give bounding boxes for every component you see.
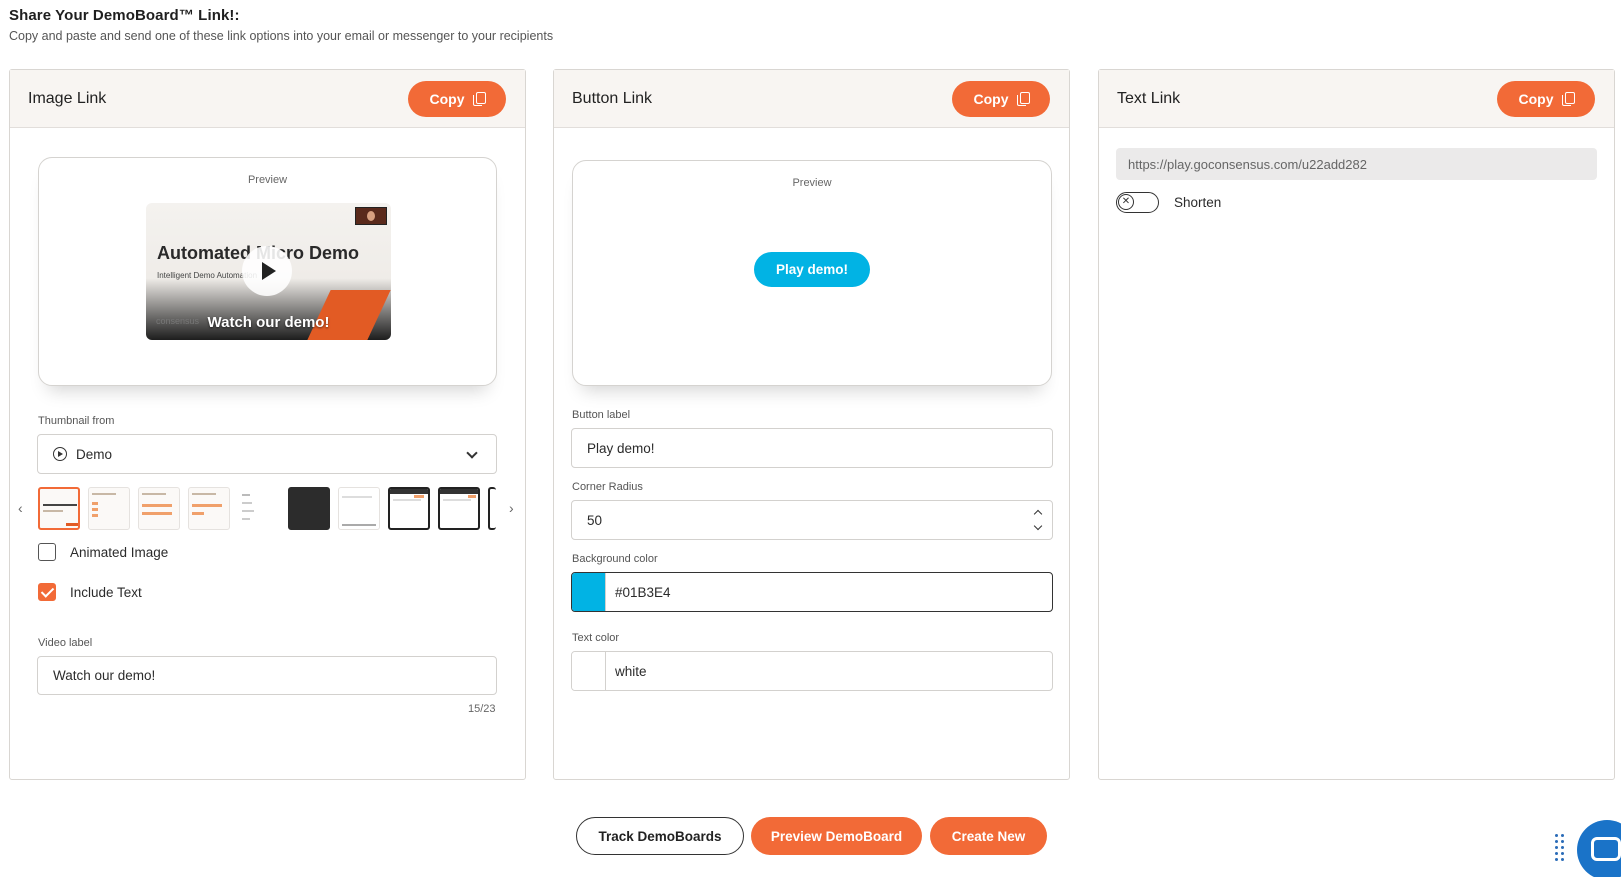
- text-link-title: Text Link: [1117, 89, 1181, 107]
- animated-image-row[interactable]: Animated Image: [38, 543, 168, 561]
- image-link-title: Image Link: [28, 89, 107, 107]
- thumbnail-from-value: Demo: [76, 446, 113, 462]
- number-stepper[interactable]: [1033, 507, 1044, 533]
- char-counter: 15/23: [468, 703, 496, 715]
- thumbnail-option[interactable]: [438, 487, 480, 530]
- text-link-url-field[interactable]: https://play.goconsensus.com/u22add282: [1116, 148, 1597, 180]
- chevron-right-icon[interactable]: ›: [509, 500, 514, 516]
- chevron-down-icon: [466, 447, 478, 459]
- button-preview-box: Preview Play demo!: [572, 160, 1052, 386]
- shorten-row[interactable]: ✕ Shorten: [1116, 192, 1221, 213]
- animated-image-label: Animated Image: [70, 544, 169, 560]
- preview-label: Preview: [792, 177, 832, 189]
- shorten-label: Shorten: [1174, 195, 1222, 210]
- demo-thumbnail[interactable]: Automated Micro Demo Intelligent Demo Au…: [146, 203, 391, 340]
- background-color-label: Background color: [572, 553, 658, 565]
- corner-radius-value: 50: [587, 512, 603, 528]
- copy-button-label: Copy: [1518, 90, 1554, 107]
- image-link-panel: Image Link Copy Preview Automated Micro …: [9, 69, 526, 780]
- include-text-label: Include Text: [70, 584, 142, 600]
- corner-radius-label: Corner Radius: [572, 481, 643, 493]
- text-color-swatch[interactable]: [572, 652, 606, 690]
- background-color-value: #01B3E4: [615, 584, 671, 600]
- thumbnail-overlay-label: Watch our demo!: [207, 314, 330, 331]
- copy-button-label: Copy: [429, 90, 465, 107]
- include-text-row[interactable]: Include Text: [38, 583, 142, 601]
- close-icon: ✕: [1118, 194, 1134, 210]
- thumbnail-option[interactable]: [238, 487, 280, 530]
- track-demoboards-button[interactable]: Track DemoBoards: [576, 817, 744, 855]
- button-label-value: Play demo!: [587, 440, 655, 456]
- thumbnail-option[interactable]: [338, 487, 380, 530]
- text-color-label: Text color: [572, 632, 620, 644]
- background-color-input[interactable]: #01B3E4: [571, 572, 1053, 612]
- play-demo-preview-button[interactable]: Play demo!: [754, 252, 870, 287]
- play-circle-icon: [53, 447, 67, 461]
- image-link-header: Image Link Copy: [10, 70, 525, 128]
- text-link-header: Text Link Copy: [1099, 70, 1614, 128]
- grid-dots-icon[interactable]: [1555, 834, 1567, 862]
- thumbnail-option[interactable]: [488, 487, 496, 530]
- button-label-input[interactable]: Play demo!: [571, 428, 1053, 468]
- create-new-button[interactable]: Create New: [930, 817, 1047, 855]
- background-color-swatch[interactable]: [572, 573, 606, 611]
- presenter-avatar: [355, 207, 387, 225]
- preview-label: Preview: [247, 174, 288, 186]
- button-label-label: Button label: [572, 409, 631, 421]
- copy-icon: [472, 92, 486, 106]
- shorten-toggle[interactable]: ✕: [1116, 192, 1159, 213]
- copy-icon: [1016, 92, 1030, 106]
- thumbnail-option[interactable]: [38, 487, 80, 530]
- page-header: Share Your DemoBoard™ Link!: Copy and pa…: [9, 7, 553, 43]
- thumbnail-option[interactable]: [388, 487, 430, 530]
- video-label-value: Watch our demo!: [53, 668, 156, 683]
- video-label-input[interactable]: Watch our demo!: [37, 656, 497, 695]
- thumbnail-option[interactable]: [188, 487, 230, 530]
- copy-button-label: Copy: [973, 90, 1009, 107]
- thumbnail-option[interactable]: [288, 487, 330, 530]
- page-title: Share Your DemoBoard™ Link!:: [9, 7, 240, 24]
- thumbnail-option[interactable]: [88, 487, 130, 530]
- play-icon[interactable]: [242, 246, 292, 296]
- button-link-title: Button Link: [572, 89, 653, 107]
- button-link-header: Button Link Copy: [554, 70, 1069, 128]
- page-subtitle: Copy and paste and send one of these lin…: [9, 29, 554, 43]
- image-preview-box: Preview Automated Micro Demo Intelligent…: [38, 157, 497, 386]
- video-label-label: Video label: [38, 637, 93, 649]
- chevron-left-icon[interactable]: ‹: [18, 500, 23, 516]
- text-link-panel: Text Link Copy https://play.goconsensus.…: [1098, 69, 1615, 780]
- include-text-checkbox[interactable]: [38, 583, 56, 601]
- button-link-panel: Button Link Copy Preview Play demo! Butt…: [553, 69, 1070, 780]
- thumbnail-from-label: Thumbnail from: [38, 415, 115, 427]
- text-color-input[interactable]: white: [571, 651, 1053, 691]
- image-link-copy-button[interactable]: Copy: [408, 80, 506, 117]
- corner-radius-input[interactable]: 50: [571, 500, 1053, 540]
- button-link-copy-button[interactable]: Copy: [952, 80, 1050, 117]
- chevron-up-icon[interactable]: [1033, 509, 1043, 519]
- text-link-copy-button[interactable]: Copy: [1497, 80, 1595, 117]
- copy-icon: [1561, 92, 1575, 106]
- animated-image-checkbox[interactable]: [38, 543, 56, 561]
- text-color-value: white: [615, 663, 647, 679]
- thumbnail-option[interactable]: [138, 487, 180, 530]
- chat-icon[interactable]: [1577, 820, 1621, 877]
- thumbnail-from-select[interactable]: Demo: [37, 434, 497, 474]
- preview-demoboard-button[interactable]: Preview DemoBoard: [751, 817, 922, 855]
- chevron-down-icon[interactable]: [1033, 521, 1043, 531]
